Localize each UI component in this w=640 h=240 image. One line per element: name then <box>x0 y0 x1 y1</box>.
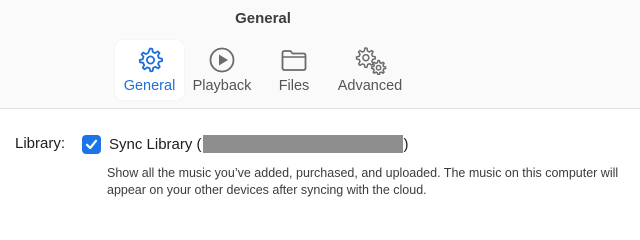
tab-general[interactable]: General <box>115 40 184 100</box>
preferences-toolbar: General General Playback Files Advanced <box>0 0 640 109</box>
redacted-account-block <box>202 135 403 153</box>
preferences-window: General General Playback Files Advanced … <box>0 0 640 206</box>
gears-icon <box>355 45 387 76</box>
sync-library-suffix: ) <box>403 136 409 153</box>
tab-files-label: Files <box>278 78 310 94</box>
tab-playback-label: Playback <box>192 78 252 94</box>
play-circle-icon <box>207 45 237 75</box>
sync-library-description: Show all the music you’ve added, purchas… <box>107 166 619 197</box>
tab-files[interactable]: Files <box>266 40 322 100</box>
sync-library-prefix: Sync Library ( <box>109 136 202 153</box>
gear-icon <box>135 45 165 75</box>
library-label: Library: <box>15 135 66 152</box>
tab-advanced[interactable]: Advanced <box>332 40 408 100</box>
tab-playback[interactable]: Playback <box>188 40 256 100</box>
tab-advanced-label: Advanced <box>337 78 403 94</box>
checkmark-icon <box>85 139 98 150</box>
tab-general-label: General <box>123 78 176 94</box>
sync-library-label[interactable]: Sync Library () <box>109 135 409 153</box>
sync-library-checkbox[interactable] <box>82 135 101 154</box>
folder-icon <box>279 45 309 75</box>
window-title: General <box>235 10 291 27</box>
